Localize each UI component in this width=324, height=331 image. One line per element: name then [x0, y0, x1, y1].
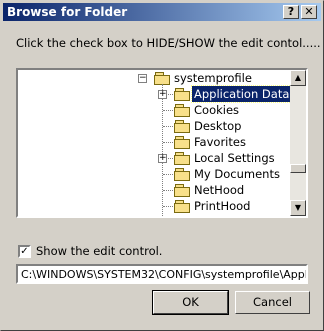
folder-path-input[interactable]: C:\WINDOWS\SYSTEM32\CONFIG\systemprofile…	[16, 264, 308, 284]
tree-node[interactable]: + Application Data	[18, 85, 290, 103]
show-edit-checkbox[interactable]: ✓	[18, 245, 31, 258]
folder-icon	[174, 88, 190, 101]
tree-node-label: Favorites	[194, 135, 246, 149]
tree-node-label: NetHood	[194, 183, 245, 197]
tree-node[interactable]: PrintHood	[18, 198, 290, 214]
tree-connector-line	[163, 142, 173, 143]
tree-connector-line	[163, 206, 173, 207]
tree-connector-line	[163, 110, 173, 111]
tree-vertical-scrollbar[interactable]: ▲ ▼	[290, 70, 306, 216]
help-button[interactable]: ?	[283, 5, 299, 19]
tree-node[interactable]: + Local Settings	[18, 150, 290, 166]
folder-icon	[174, 136, 190, 149]
tree-node-label: systemprofile	[174, 71, 252, 85]
tree-node[interactable]: Desktop	[18, 118, 290, 134]
folder-icon	[174, 200, 190, 213]
tree-node[interactable]: Favorites	[18, 134, 290, 150]
scroll-up-button[interactable]: ▲	[290, 70, 306, 86]
tree-node[interactable]: Cookies	[18, 102, 290, 118]
tree-node[interactable]: Recent	[18, 214, 290, 216]
folder-tree[interactable]: − systemprofile + Application Data Cookies…	[16, 68, 308, 218]
tree-node-label: My Documents	[194, 167, 280, 181]
window-title: Browse for Folder	[7, 5, 128, 19]
folder-icon	[174, 152, 190, 165]
tree-node[interactable]: NetHood	[18, 182, 290, 198]
expand-icon[interactable]: +	[158, 90, 167, 99]
tree-node-label: Cookies	[194, 103, 240, 117]
folder-icon	[174, 104, 190, 117]
folder-open-icon	[154, 72, 170, 85]
tree-node-label: PrintHood	[194, 199, 251, 213]
folder-icon	[174, 184, 190, 197]
folder-icon	[174, 120, 190, 133]
close-button[interactable]: ✕	[301, 5, 317, 19]
tree-connector-line	[163, 174, 173, 175]
tree-node[interactable]: My Documents	[18, 166, 290, 182]
collapse-icon[interactable]: −	[138, 74, 147, 83]
tree-connector-line	[163, 190, 173, 191]
show-edit-label[interactable]: Show the edit control.	[36, 244, 162, 258]
tree-node-label: Local Settings	[194, 151, 275, 165]
tree-node-label: Desktop	[194, 119, 242, 133]
scroll-down-button[interactable]: ▼	[290, 200, 306, 216]
tree-node-root[interactable]: − systemprofile	[18, 70, 290, 86]
folder-icon	[174, 168, 190, 181]
title-bar[interactable]: Browse for Folder ? ✕	[3, 3, 321, 21]
ok-button[interactable]: OK	[152, 290, 229, 315]
instruction-text: Click the check box to HIDE/SHOW the edi…	[16, 36, 321, 50]
scroll-thumb[interactable]	[290, 164, 306, 173]
tree-connector-line	[163, 126, 173, 127]
cancel-button[interactable]: Cancel	[235, 291, 310, 314]
browse-for-folder-dialog: Browse for Folder ? ✕ Click the check bo…	[0, 0, 324, 331]
expand-icon[interactable]: +	[158, 154, 167, 163]
folder-tree-viewport: − systemprofile + Application Data Cookies…	[18, 70, 290, 216]
tree-node-label: Application Data	[190, 85, 290, 103]
tree-node-label: Recent	[192, 214, 236, 216]
